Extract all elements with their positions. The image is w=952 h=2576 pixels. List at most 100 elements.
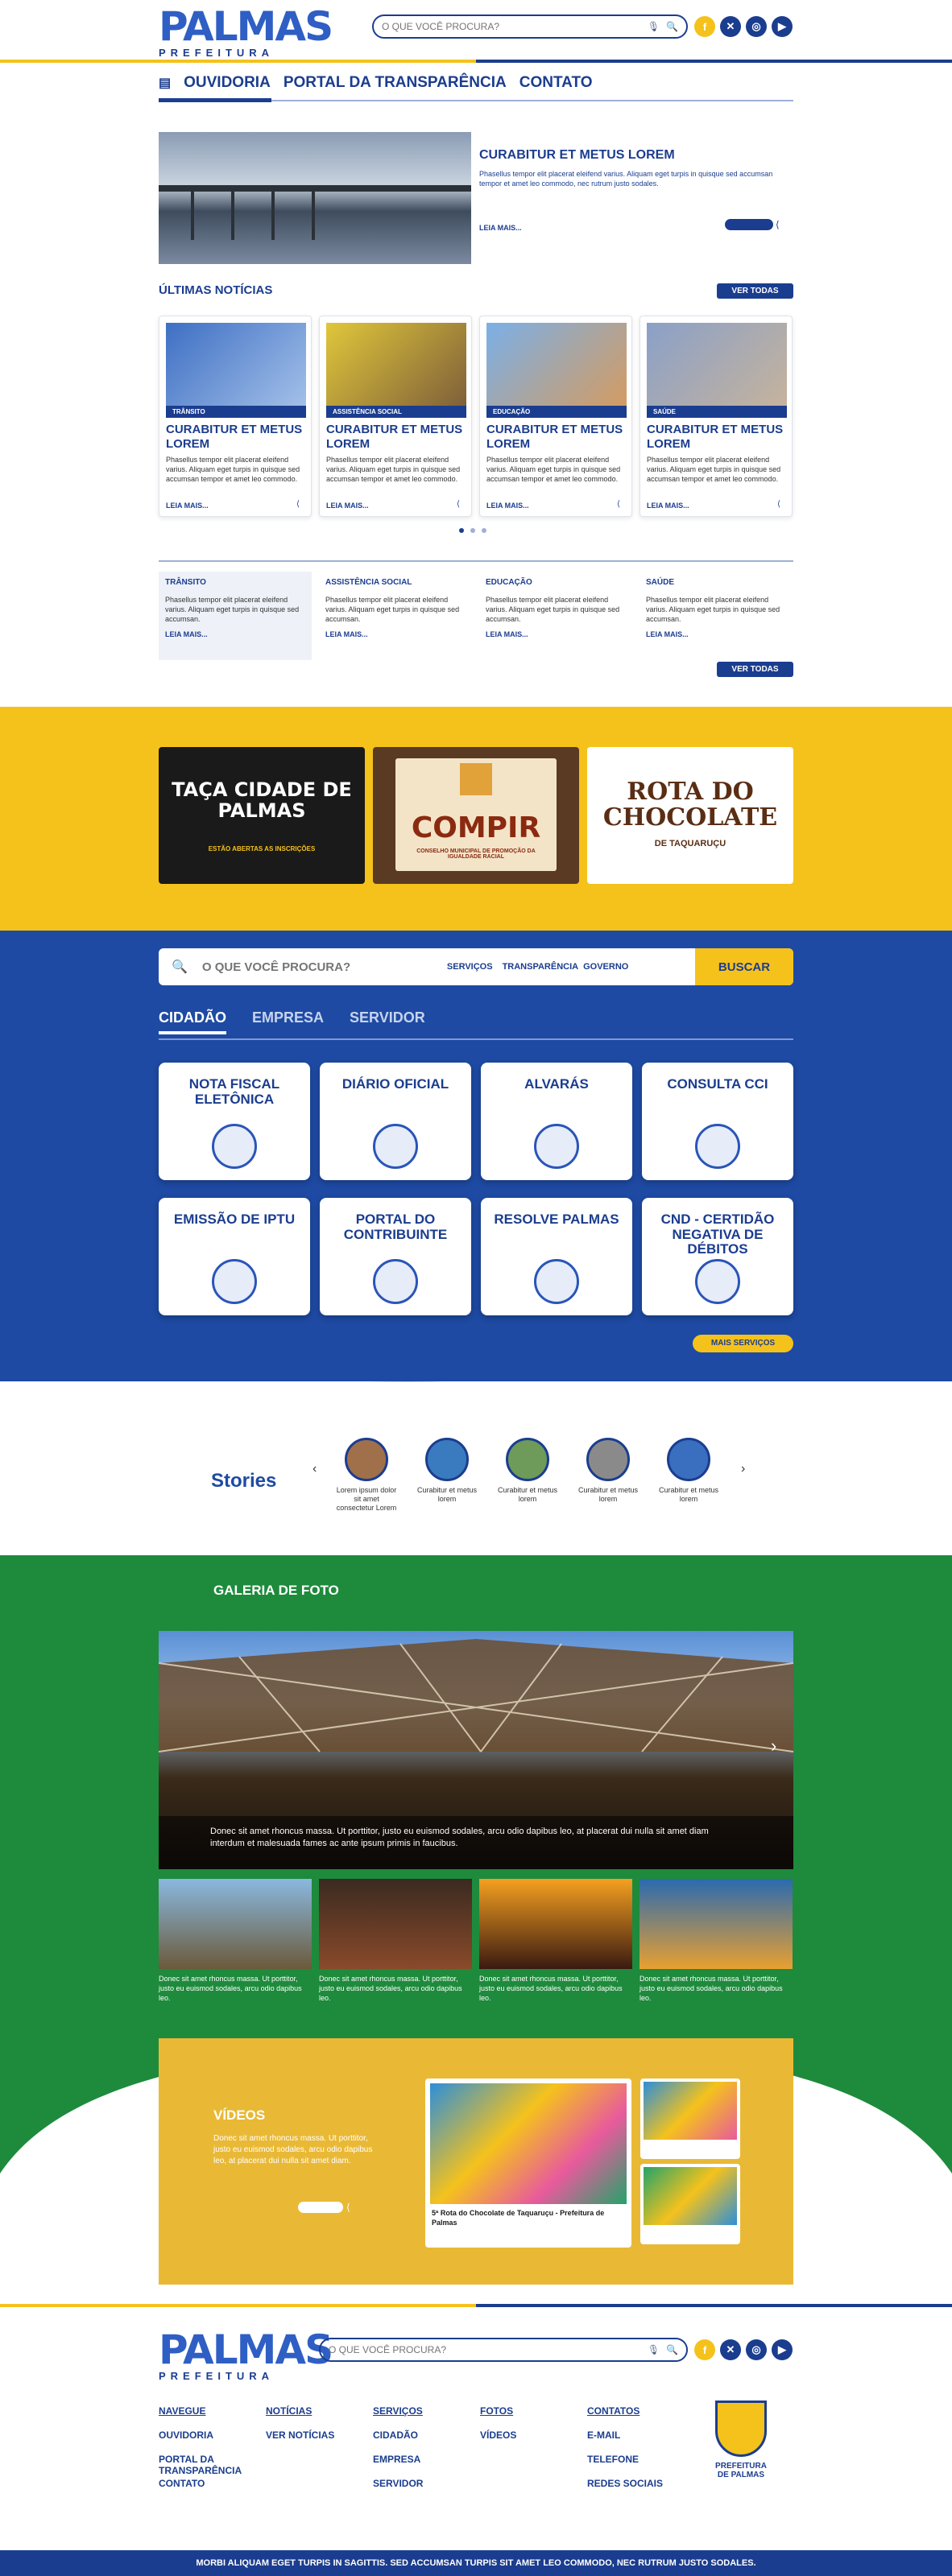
banner-taca[interactable]: TAÇA CIDADE DE PALMAS ESTÃO ABERTAS AS I… [159, 747, 365, 884]
footer-col-heading[interactable]: NAVEGUE [159, 2405, 259, 2417]
header-search[interactable]: 🎙 🔍 [372, 14, 688, 39]
news-card[interactable]: EDUCAÇÃO CURABITUR ET METUS LOREM Phasel… [479, 316, 632, 517]
footer-link[interactable]: REDES SOCIAIS [587, 2478, 688, 2489]
services-search-button[interactable]: BUSCAR [695, 948, 793, 985]
service-card[interactable]: CONSULTA CCI [642, 1063, 793, 1180]
news-card-title[interactable]: CURABITUR ET METUS LOREM [486, 423, 627, 452]
video-dots[interactable] [298, 2202, 343, 2213]
filter-servicos[interactable]: SERVIÇOS [447, 962, 493, 972]
news-card[interactable]: TRÂNSITO CURABITUR ET METUS LOREM Phasel… [159, 316, 312, 517]
footer-link[interactable]: OUVIDORIA [159, 2429, 259, 2441]
footer-search-input[interactable] [329, 2344, 648, 2355]
footer-link[interactable]: SERVIDOR [373, 2478, 474, 2489]
news-list-item[interactable]: ASSISTÊNCIA SOCIAL Phasellus tempor elit… [319, 572, 472, 660]
twitter-icon[interactable]: ✕ [720, 16, 741, 37]
footer-search[interactable]: 🎙 🔍 [319, 2338, 688, 2362]
featured-image[interactable] [159, 132, 471, 264]
gallery-thumb[interactable] [319, 1879, 472, 1969]
youtube-icon[interactable]: ▶ [772, 16, 793, 37]
nav-transparencia[interactable]: PORTAL DA TRANSPARÊNCIA [284, 74, 507, 92]
news-card-more[interactable]: LEIA MAIS... [326, 502, 369, 510]
footer-col-heading[interactable]: CONTATOS [587, 2405, 688, 2417]
accessibility-icon[interactable]: f [694, 2339, 715, 2360]
news-list-more[interactable]: LEIA MAIS... [486, 630, 626, 638]
share-icon[interactable]: ⟨ [346, 2202, 350, 2213]
service-card[interactable]: DIÁRIO OFICIAL [320, 1063, 471, 1180]
search-icon[interactable]: 🔍 [666, 21, 678, 32]
pager-dots[interactable] [725, 219, 773, 230]
services-search-input[interactable] [201, 960, 436, 974]
story-label[interactable]: Curabitur et metus lorem [576, 1486, 640, 1504]
story-label[interactable]: Curabitur et metus lorem [656, 1486, 721, 1504]
dot-1[interactable] [459, 528, 464, 533]
news-card-title[interactable]: CURABITUR ET METUS LOREM [326, 423, 466, 452]
header-search-input[interactable] [382, 21, 648, 32]
mic-icon[interactable]: 🎙 [648, 2344, 660, 2355]
news-see-all-button-2[interactable]: VER TODAS [717, 662, 793, 677]
news-list-more[interactable]: LEIA MAIS... [325, 630, 466, 638]
service-card[interactable]: EMISSÃO DE IPTU [159, 1198, 310, 1315]
news-card-title[interactable]: CURABITUR ET METUS LOREM [166, 423, 306, 452]
gallery-next-icon[interactable]: › [771, 1736, 776, 1757]
search-icon[interactable]: 🔍 [172, 959, 188, 975]
search-icon[interactable]: 🔍 [666, 2344, 678, 2355]
story-avatar[interactable] [586, 1438, 630, 1481]
service-card[interactable]: NOTA FISCAL ELETÔNICA [159, 1063, 310, 1180]
dot-3[interactable] [482, 528, 486, 533]
story-label[interactable]: Curabitur et metus lorem [495, 1486, 560, 1504]
gallery-main-photo[interactable]: Donec sit amet rhoncus massa. Ut porttit… [159, 1631, 793, 1869]
gallery-thumb[interactable] [479, 1879, 632, 1969]
more-services-button[interactable]: MAIS SERVIÇOS [693, 1335, 793, 1352]
twitter-icon[interactable]: ✕ [720, 2339, 741, 2360]
story-avatar[interactable] [506, 1438, 549, 1481]
service-card[interactable]: CND - CERTIDÃO NEGATIVA DE DÉBITOS [642, 1198, 793, 1315]
news-list-item[interactable]: TRÂNSITO Phasellus tempor elit placerat … [159, 572, 312, 660]
gallery-thumb[interactable] [639, 1879, 793, 1969]
services-search[interactable]: 🔍 SERVIÇOS TRANSPARÊNCIA GOVERNO BUSCAR [159, 948, 793, 985]
news-card-image[interactable]: ASSISTÊNCIA SOCIAL [326, 323, 466, 418]
footer-col-heading[interactable]: SERVIÇOS [373, 2405, 474, 2417]
share-icon[interactable]: ⟨ [776, 219, 780, 230]
news-card[interactable]: ASSISTÊNCIA SOCIAL CURABITUR ET METUS LO… [319, 316, 472, 517]
featured-title[interactable]: CURABITUR ET METUS LOREM [479, 148, 793, 163]
footer-link[interactable]: VER NOTÍCIAS [266, 2429, 366, 2441]
news-list-more[interactable]: LEIA MAIS... [165, 630, 305, 638]
news-list-more[interactable]: LEIA MAIS... [646, 630, 786, 638]
story-label[interactable]: Lorem ipsum dolor sit amet consectetur L… [334, 1486, 399, 1512]
footer-link[interactable]: PORTAL DA TRANSPARÊNCIA [159, 2454, 259, 2476]
footer-col-heading[interactable]: FOTOS [480, 2405, 581, 2417]
tab-empresa[interactable]: EMPRESA [252, 1009, 324, 1034]
news-card-more[interactable]: LEIA MAIS... [486, 502, 529, 510]
news-see-all-button[interactable]: VER TODAS [717, 283, 793, 299]
video-main[interactable]: 5ª Rota do Chocolate de Taquaruçu - Pref… [425, 2079, 631, 2248]
story-avatar[interactable] [345, 1438, 388, 1481]
menu-icon[interactable]: ▤ [159, 75, 171, 91]
video-thumb-2[interactable] [640, 2164, 740, 2244]
share-icon[interactable]: ⟨ [617, 500, 620, 509]
nav-contato[interactable]: CONTATO [519, 74, 593, 92]
news-card-title[interactable]: CURABITUR ET METUS LOREM [647, 423, 787, 452]
footer-link[interactable]: CIDADÃO [373, 2429, 474, 2441]
news-list-item[interactable]: EDUCAÇÃO Phasellus tempor elit placerat … [479, 572, 632, 660]
news-card-image[interactable]: EDUCAÇÃO [486, 323, 627, 418]
stories-prev-icon[interactable]: ‹ [313, 1462, 317, 1476]
share-icon[interactable]: ⟨ [777, 500, 780, 509]
service-card[interactable]: RESOLVE PALMAS [481, 1198, 632, 1315]
news-card-more[interactable]: LEIA MAIS... [166, 502, 209, 510]
news-card-image[interactable]: SAÚDE [647, 323, 787, 418]
filter-transparencia[interactable]: TRANSPARÊNCIA [503, 962, 579, 972]
tab-servidor[interactable]: SERVIDOR [350, 1009, 425, 1034]
tab-cidadao[interactable]: CIDADÃO [159, 1009, 226, 1034]
banner-chocolate[interactable]: ROTA DO CHOCOLATE DE TAQUARUÇU [587, 747, 793, 884]
share-icon[interactable]: ⟨ [457, 500, 460, 509]
instagram-icon[interactable]: ◎ [746, 16, 767, 37]
footer-link[interactable]: VÍDEOS [480, 2429, 581, 2441]
mic-icon[interactable]: 🎙 [648, 21, 660, 32]
filter-governo[interactable]: GOVERNO [583, 962, 628, 972]
gallery-thumb[interactable] [159, 1879, 312, 1969]
news-card-more[interactable]: LEIA MAIS... [647, 502, 689, 510]
video-main-thumb[interactable] [430, 2083, 627, 2204]
footer-link[interactable]: CONTATO [159, 2478, 259, 2489]
service-card[interactable]: ALVARÁS [481, 1063, 632, 1180]
dot-2[interactable] [470, 528, 475, 533]
